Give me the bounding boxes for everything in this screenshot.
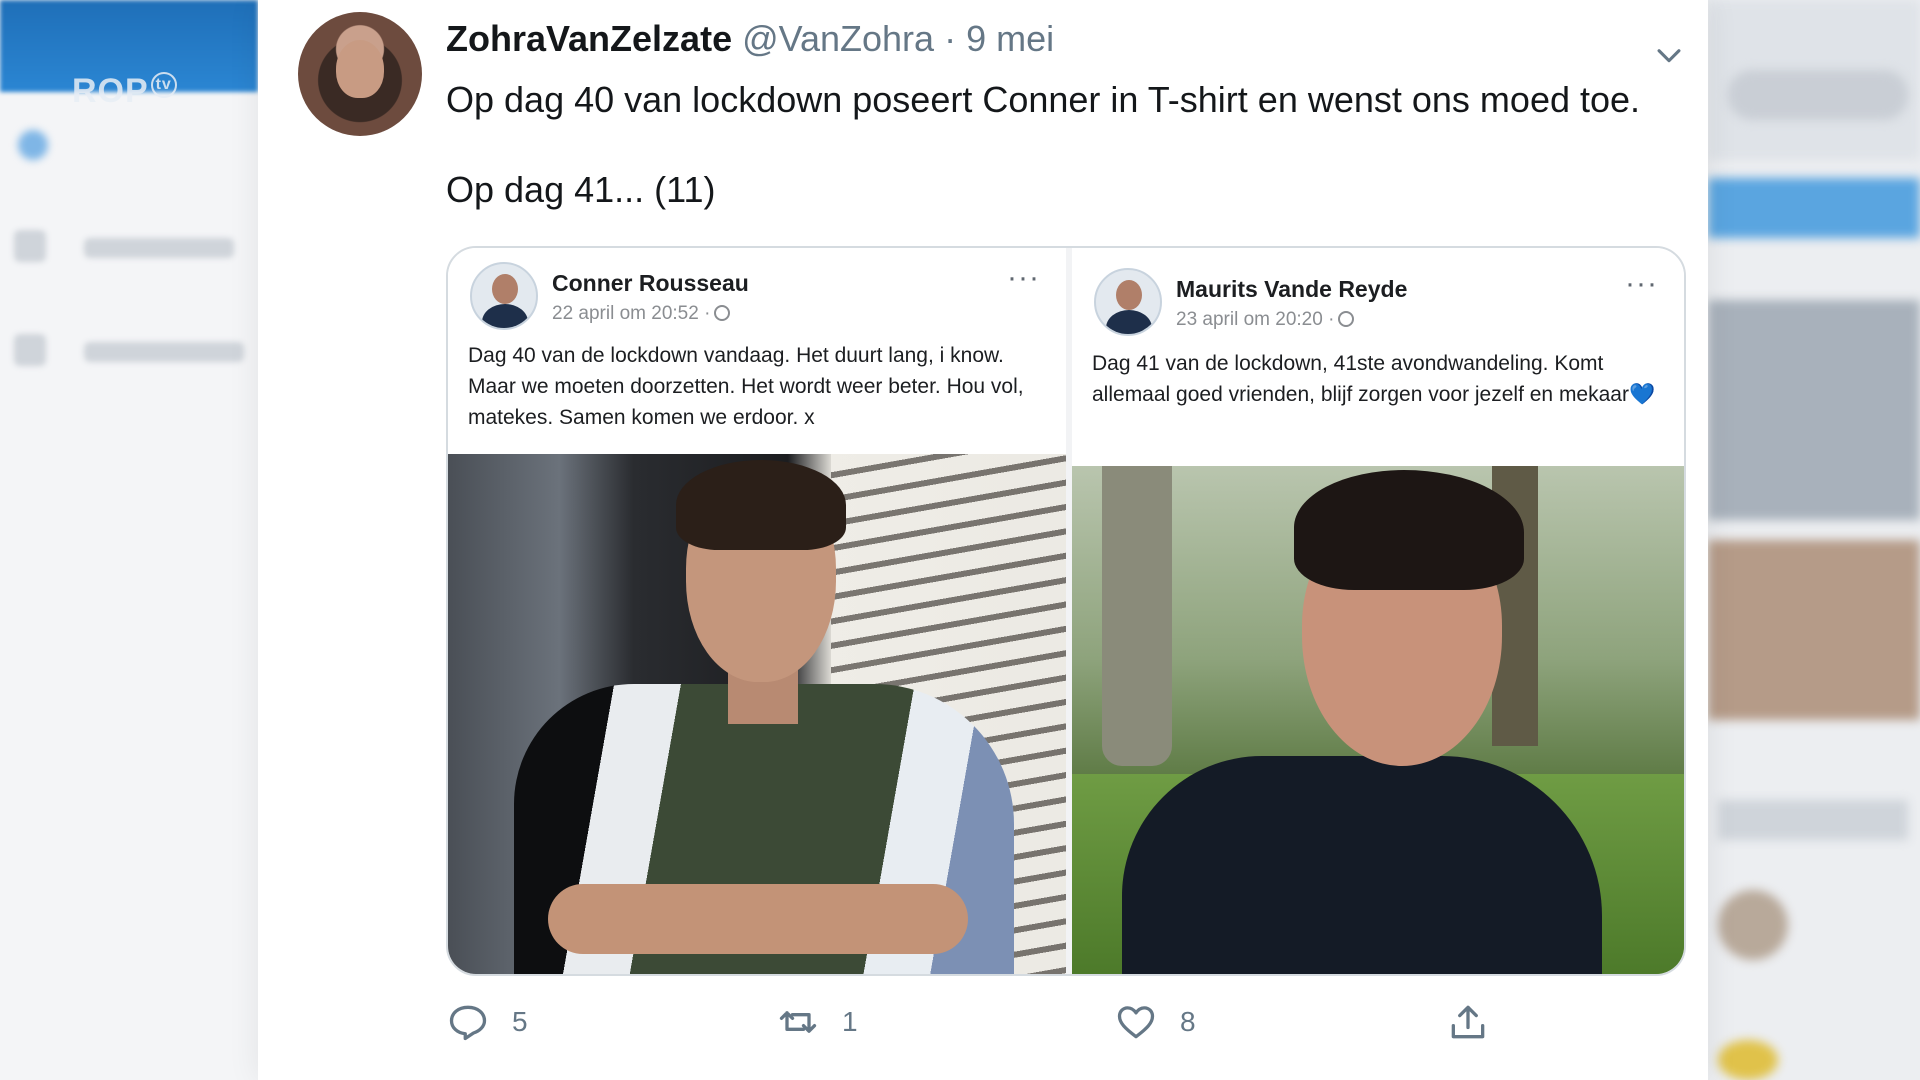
tweet-header: ZohraVanZelzate @VanZohra · 9 mei bbox=[446, 18, 1054, 72]
tweet-paragraph: Op dag 41... (11) bbox=[446, 169, 716, 210]
share-icon bbox=[1451, 1005, 1485, 1039]
globe-icon bbox=[1338, 311, 1355, 327]
post-photo bbox=[1072, 466, 1684, 974]
post-header: Conner Rousseau 22 april om 20:52 · bbox=[470, 256, 1050, 336]
avatar bbox=[470, 262, 538, 330]
tree bbox=[1102, 466, 1172, 766]
tweet-card[interactable]: ZohraVanZelzate @VanZohra · 9 mei Op dag… bbox=[258, 0, 1708, 1080]
bird-icon bbox=[18, 130, 48, 160]
hair bbox=[676, 460, 846, 550]
arms bbox=[548, 884, 968, 954]
post-header: Maurits Vande Reyde 23 april om 20:20 · bbox=[1094, 262, 1674, 342]
tweet-text: Op dag 40 van lockdown poseert Conner in… bbox=[446, 76, 1676, 256]
left-sidebar-background: ROP tv bbox=[0, 0, 258, 1080]
blurred-image bbox=[1708, 300, 1920, 520]
shirt bbox=[1122, 756, 1602, 974]
post-text: Dag 41 van de lockdown, 41ste avondwande… bbox=[1092, 352, 1656, 406]
like-count: 8 bbox=[1180, 1006, 1196, 1037]
reply-icon bbox=[449, 1005, 487, 1041]
avatar bbox=[1094, 268, 1162, 336]
post-author: Conner Rousseau bbox=[552, 270, 749, 296]
retweet-button[interactable]: 1 bbox=[776, 1000, 858, 1044]
tweet-paragraph: Op dag 40 van lockdown poseert Conner in… bbox=[446, 79, 1641, 120]
retweet-icon bbox=[779, 1011, 817, 1033]
tweet-actions: 5 1 8 bbox=[446, 1000, 1686, 1060]
nav-item-blurred[interactable] bbox=[84, 238, 234, 258]
post-time: 23 april om 20:20 · bbox=[1176, 309, 1355, 331]
right-column-background bbox=[1708, 0, 1920, 1080]
blue-heart-icon: 💙 bbox=[1628, 383, 1656, 406]
hair bbox=[1294, 470, 1524, 590]
post-text: Dag 40 van de lockdown vandaag. Het duur… bbox=[468, 344, 1024, 429]
heart-icon bbox=[1117, 1006, 1155, 1039]
reply-button[interactable]: 5 bbox=[446, 1000, 528, 1044]
display-name[interactable]: ZohraVanZelzate bbox=[446, 18, 732, 60]
share-button[interactable] bbox=[1446, 1000, 1490, 1044]
blurred-text bbox=[1718, 800, 1908, 840]
more-icon: ··· bbox=[1007, 261, 1040, 294]
avatar[interactable] bbox=[298, 12, 422, 136]
blurred-image bbox=[1708, 540, 1920, 720]
more-icon: ··· bbox=[1625, 267, 1658, 300]
blurred-header bbox=[1708, 178, 1920, 238]
bell-icon bbox=[14, 334, 46, 366]
retweet-count: 1 bbox=[842, 1006, 858, 1037]
reply-count: 5 bbox=[512, 1006, 528, 1037]
post-photo bbox=[448, 454, 1066, 974]
embedded-post-conner: Conner Rousseau 22 april om 20:52 · ··· … bbox=[448, 248, 1066, 974]
globe-icon bbox=[714, 305, 731, 321]
chevron-down-icon[interactable] bbox=[1652, 38, 1686, 72]
like-button[interactable]: 8 bbox=[1114, 1000, 1196, 1044]
nav-item-blurred[interactable] bbox=[84, 342, 244, 362]
post-time: 22 april om 20:52 · bbox=[552, 303, 731, 325]
separator-dot: · bbox=[944, 18, 957, 59]
hashtag-icon bbox=[14, 230, 46, 262]
embedded-post-maurits: Maurits Vande Reyde 23 april om 20:20 · … bbox=[1066, 248, 1684, 974]
blurred-avatar bbox=[1718, 890, 1788, 960]
channel-logo: ROP tv bbox=[72, 72, 177, 111]
blurred-search-field bbox=[1728, 70, 1908, 120]
tweet-date[interactable]: 9 mei bbox=[966, 18, 1054, 60]
user-handle[interactable]: @VanZohra bbox=[742, 18, 934, 60]
post-author: Maurits Vande Reyde bbox=[1176, 276, 1408, 302]
tweet-media[interactable]: Conner Rousseau 22 april om 20:52 · ··· … bbox=[446, 246, 1686, 976]
blurred-avatar bbox=[1718, 1040, 1778, 1080]
